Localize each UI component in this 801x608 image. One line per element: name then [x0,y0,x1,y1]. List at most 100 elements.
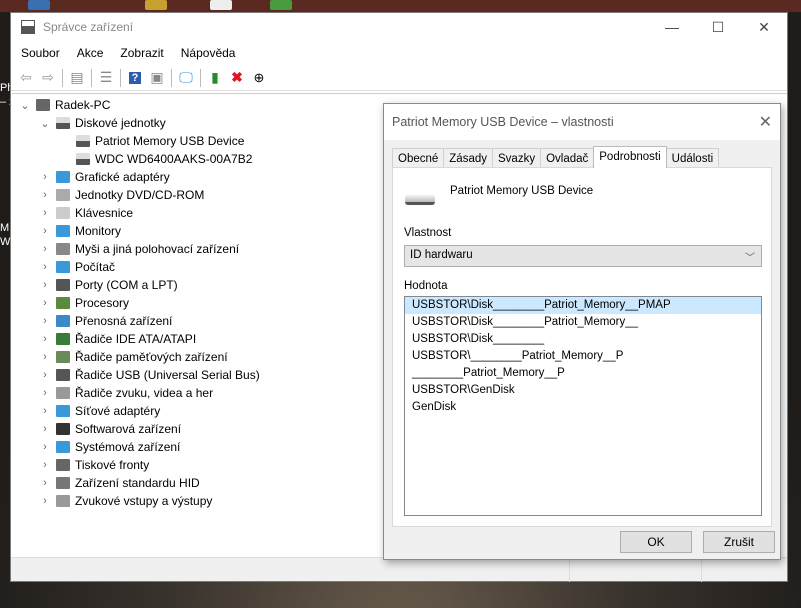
tree-category[interactable]: › Myši a jiná polohovací zařízení [38,240,239,258]
action-pane-icon[interactable]: ▣ [146,67,168,89]
chevron-right-icon[interactable]: › [38,459,52,471]
chevron-right-icon[interactable]: › [38,405,52,417]
property-select[interactable]: ID hardwaru ﹀ [404,245,762,267]
status-bar [11,557,787,582]
chevron-right-icon[interactable]: › [38,387,52,399]
chevron-right-icon[interactable]: › [38,189,52,201]
chevron-down-icon[interactable]: ⌄ [38,117,52,130]
tree-category[interactable]: › Tiskové fronty [38,456,149,474]
value-list[interactable]: USBSTOR\Disk________Patriot_Memory__PMAP… [404,296,762,516]
menu-akce[interactable]: Akce [77,46,104,60]
disable-icon[interactable]: ⊕ [248,67,270,89]
tree-category[interactable]: › Řadiče USB (Universal Serial Bus) [38,366,260,384]
disk-drive-icon [76,153,90,165]
tree-category[interactable]: › Síťové adaptéry [38,402,160,420]
tree-category[interactable]: › Řadiče IDE ATA/ATAPI [38,330,196,348]
category-icon [56,369,70,381]
minimize-button[interactable]: — [649,13,695,41]
category-icon [56,279,70,291]
close-button[interactable]: ✕ [741,13,787,41]
dialog-close-button[interactable]: ✕ [759,112,772,132]
tree-category[interactable]: › Porty (COM a LPT) [38,276,178,294]
tree-category[interactable]: › Přenosná zařízení [38,312,172,330]
value-list-item[interactable]: USBSTOR\________Patriot_Memory__P [405,348,761,365]
tab-podrobnosti[interactable]: Podrobnosti [593,146,667,168]
tree-root[interactable]: ⌄ Radek-PC [18,96,110,114]
chevron-down-icon: ﹀ [745,253,755,264]
desktop-shortcut-icon[interactable] [28,0,50,10]
update-driver-icon[interactable]: ▮ [204,67,226,89]
chevron-right-icon[interactable]: › [38,225,52,237]
help-icon[interactable]: ? [124,67,146,89]
tree-category[interactable]: › Softwarová zařízení [38,420,181,438]
chevron-right-icon[interactable]: › [38,477,52,489]
tree-category[interactable]: › Procesory [38,294,129,312]
separator [120,68,121,87]
tree-device-wdc[interactable]: WDC WD6400AAKS-00A7B2 [72,150,252,168]
chevron-right-icon[interactable]: › [38,297,52,309]
tree-category-disk-drives[interactable]: ⌄ Diskové jednotky [38,114,166,132]
tab-obecne[interactable]: Obecné [392,148,445,168]
category-icon [56,441,70,453]
tree-category-label: Diskové jednotky [75,116,166,130]
category-icon [56,333,70,345]
category-icon [56,477,70,489]
tree-category[interactable]: › Řadiče zvuku, videa a her [38,384,213,402]
desktop-shortcut-icon[interactable] [270,0,292,10]
value-list-item[interactable]: GenDisk [405,399,761,416]
separator [62,68,63,87]
tab-ovladac[interactable]: Ovladač [540,148,595,168]
tree-category[interactable]: › Zvukové vstupy a výstupy [38,492,212,510]
value-list-item[interactable]: USBSTOR\Disk________ [405,331,761,348]
menu-napoveda[interactable]: Nápověda [181,46,236,60]
chevron-right-icon[interactable]: › [38,441,52,453]
uninstall-icon[interactable]: ✖ [226,67,248,89]
chevron-right-icon[interactable]: › [38,351,52,363]
value-list-item[interactable]: ________Patriot_Memory__P [405,365,761,382]
value-list-item[interactable]: USBSTOR\Disk________Patriot_Memory__ [405,314,761,331]
chevron-right-icon[interactable]: › [38,333,52,345]
maximize-button[interactable]: ☐ [695,13,741,41]
category-icon [56,495,70,507]
chevron-right-icon[interactable]: › [38,279,52,291]
chevron-right-icon[interactable]: › [38,171,52,183]
chevron-right-icon[interactable]: › [38,495,52,507]
tree-category[interactable]: › Jednotky DVD/CD-ROM [38,186,204,204]
chevron-right-icon[interactable]: › [38,315,52,327]
show-hide-console-tree-icon[interactable]: ▤ [66,67,88,89]
desktop-shortcut-icon[interactable] [210,0,232,10]
tab-udalosti[interactable]: Události [665,148,720,168]
properties-icon[interactable]: ☰ [95,67,117,89]
chevron-right-icon[interactable]: › [38,207,52,219]
separator [200,68,201,87]
ok-button[interactable]: OK [620,531,692,553]
tree-device-patriot[interactable]: Patriot Memory USB Device [72,132,244,150]
desktop-shortcut-icon[interactable] [145,0,167,10]
menu-zobrazit[interactable]: Zobrazit [120,46,163,60]
tree-category[interactable]: › Zařízení standardu HID [38,474,200,492]
scan-hardware-icon[interactable]: 🖵 [175,67,197,89]
tree-category-label: Monitory [75,224,122,238]
tab-zasady[interactable]: Zásady [443,148,493,168]
tree-category[interactable]: › Monitory [38,222,121,240]
chevron-right-icon[interactable]: › [38,369,52,381]
category-icon [56,387,70,399]
tab-svazky[interactable]: Svazky [492,148,542,168]
chevron-right-icon[interactable]: › [38,423,52,435]
menu-soubor[interactable]: Soubor [21,46,60,60]
forward-icon[interactable]: ⇨ [37,67,59,89]
chevron-right-icon[interactable]: › [38,243,52,255]
tree-category[interactable]: › Klávesnice [38,204,133,222]
back-icon[interactable]: ⇦ [15,67,37,89]
cancel-button[interactable]: Zrušit [703,531,775,553]
value-list-item[interactable]: USBSTOR\Disk________Patriot_Memory__PMAP [405,297,761,314]
value-list-item[interactable]: USBSTOR\GenDisk [405,382,761,399]
tree-category-label: Řadiče paměťových zařízení [75,350,228,364]
tree-category[interactable]: › Počítač [38,258,115,276]
tree-category[interactable]: › Řadiče paměťových zařízení [38,348,228,366]
chevron-right-icon[interactable]: › [38,261,52,273]
disk-drive-icon [56,117,70,129]
tree-category[interactable]: › Systémová zařízení [38,438,180,456]
chevron-down-icon[interactable]: ⌄ [18,99,32,112]
tree-category[interactable]: › Grafické adaptéry [38,168,170,186]
